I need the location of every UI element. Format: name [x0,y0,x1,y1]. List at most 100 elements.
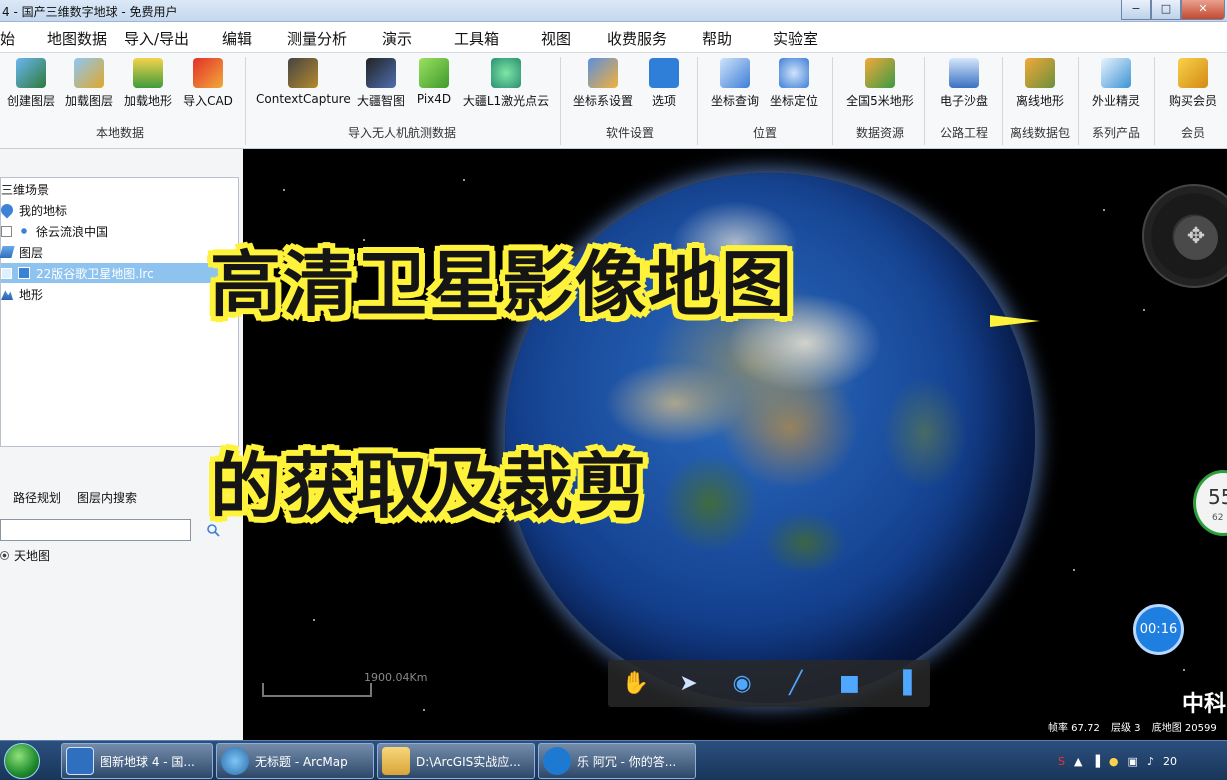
clock[interactable]: 20 [1163,755,1177,768]
pix4d-icon [419,58,449,88]
route-icon [18,225,30,237]
load-layer-icon [74,58,104,88]
title-bar: 4 - 国产三维数字地球 - 免费用户 − □ ✕ [0,0,1227,22]
options-button[interactable]: 选项 [648,56,680,112]
tab-layer-search[interactable]: 图层内搜索 [77,489,137,506]
maximize-button[interactable]: □ [1151,0,1181,20]
tree-item-xu-yun[interactable]: 徐云流浪中国 [1,221,108,241]
tab-view[interactable]: 视图 [541,28,571,49]
tree-item-root[interactable]: 三维场景 [1,179,49,199]
dji-terra-button[interactable]: 大疆智图 [355,56,407,112]
browser-icon [543,747,571,775]
minimize-button[interactable]: − [1121,0,1151,20]
group-separator [924,57,925,145]
tab-demo[interactable]: 演示 [382,28,412,49]
coord-locate-button[interactable]: 坐标定位 [767,56,821,112]
group-separator [1078,57,1079,145]
load-terrain-label: 加载地形 [123,94,172,108]
radio-button[interactable] [0,551,9,560]
point-cloud-icon [491,58,521,88]
task-label: 无标题 - ArcMap [255,754,348,769]
offline-terrain-button[interactable]: 离线地形 [1012,56,1068,112]
vip-icon [1178,58,1208,88]
chart-tool-icon[interactable]: ▐ [890,671,916,697]
group-label-drone-import: 导入无人机航测数据 [347,126,456,140]
tree-item-my-places[interactable]: 我的地标 [0,200,68,220]
create-layer-button[interactable]: 创建图层 [6,56,56,112]
hand-pan-icon[interactable]: ✋ [622,671,649,697]
context-capture-label: ContextCapture [256,92,351,106]
signal-icon[interactable]: ▐ [1091,755,1099,768]
placemark-icon[interactable]: ◉ [729,671,755,697]
tab-help[interactable]: 帮助 [702,28,732,49]
tree-item-layers[interactable]: 图层 [0,242,43,262]
task-browser[interactable]: 乐 阿冗 - 你的答... [538,743,696,779]
tab-map-data[interactable]: 地图数据 [47,28,107,49]
create-layer-label: 创建图层 [6,94,55,108]
tab-start[interactable]: 始 [0,28,15,49]
terrain-5m-label: 全国5米地形 [846,94,914,108]
tab-import-export[interactable]: 导入/导出 [124,28,189,49]
search-input[interactable] [0,519,191,541]
status-bar: 帧率 67.72 层级 3 底地图 20599 [1048,720,1227,740]
tab-toolbox[interactable]: 工具箱 [454,28,499,49]
layer-checkbox[interactable] [1,225,12,237]
pix4d-button[interactable]: Pix4D [414,56,454,112]
tree-terrain-label: 地形 [19,287,44,302]
map-toolstrip: ✋ ➤ ◉ ╱ ■ ▐ [608,660,930,707]
close-button[interactable]: ✕ [1181,0,1225,20]
scene-tree: 三维场景 我的地标 徐云流浪中国 图层 22版谷歌卫星地图.lrc 地形 [0,177,239,447]
scale-label: 1900.04Km [364,671,428,684]
radio-tianditu[interactable]: 天地图 [0,547,50,564]
coord-query-button[interactable]: 坐标查询 [708,56,762,112]
polygon-tool-icon[interactable]: ■ [836,671,862,697]
tree-item-terrain[interactable]: 地形 [1,284,43,304]
update-icon[interactable]: ● [1109,755,1119,768]
task-arcmap[interactable]: 无标题 - ArcMap [216,743,374,779]
caption-pointer [990,315,1040,327]
menu-bar: 始 地图数据 导入/导出 编辑 测量分析 演示 工具箱 视图 收费服务 帮助 实… [0,22,1227,53]
tree-my-places-label: 我的地标 [19,203,68,218]
folder-icon [382,747,410,775]
tab-route-planning[interactable]: 路径规划 [13,489,61,506]
ribbon: 创建图层 加载图层 加载地形 导入CAD 本地数据 ContextCapture… [0,53,1227,149]
tree-xu-yun-label: 徐云流浪中国 [36,224,109,239]
tree-item-layer-file[interactable]: 22版谷歌卫星地图.lrc [1,263,219,283]
watermark-text: 中科 [1182,692,1227,717]
dji-l1-button[interactable]: 大疆L1激光点云 [462,56,550,112]
terrain-5m-button[interactable]: 全国5米地形 [844,56,916,112]
pointer-icon[interactable]: ➤ [675,671,701,697]
tab-lab[interactable]: 实验室 [773,28,818,49]
tab-edit[interactable]: 编辑 [222,28,252,49]
tray-expand-icon[interactable]: ▲ [1074,755,1082,768]
tab-measure[interactable]: 测量分析 [287,28,347,49]
buy-member-label: 购买会员 [1168,94,1217,108]
group-separator [832,57,833,145]
task-tuxin-earth[interactable]: 图新地球 4 - 国... [61,743,213,779]
ime-icon[interactable]: S [1058,755,1065,768]
start-button[interactable] [4,743,40,779]
group-separator [560,57,561,145]
task-explorer[interactable]: D:\ArcGIS实战应... [377,743,535,779]
monitor-icon [18,267,30,279]
volume-icon[interactable]: ♪ [1147,755,1154,768]
terrain-icon [1,290,13,300]
context-capture-button[interactable]: ContextCapture [256,56,351,112]
line-tool-icon[interactable]: ╱ [783,671,809,697]
group-separator [1002,57,1003,145]
import-cad-button[interactable]: 导入CAD [182,56,234,112]
caption-line-1: 高清卫星影像地图 [210,243,795,326]
network-icon[interactable]: ▣ [1128,755,1138,768]
load-layer-button[interactable]: 加载图层 [64,56,114,112]
buy-member-button[interactable]: 购买会员 [1164,56,1222,112]
timer-badge[interactable]: 00:16 [1133,604,1184,655]
tab-paid-services[interactable]: 收费服务 [607,28,667,49]
field-expert-button[interactable]: 外业精灵 [1088,56,1144,112]
coord-settings-button[interactable]: 坐标系设置 [571,56,635,112]
move-arrows-icon[interactable]: ✥ [1174,216,1218,260]
offline-terrain-label: 离线地形 [1015,94,1064,108]
layer-file-checkbox[interactable] [1,267,12,279]
sandbox-button[interactable]: 电子沙盘 [936,56,992,112]
gauge-sub-value: 62 [1212,513,1224,523]
load-terrain-button[interactable]: 加载地形 [122,56,174,112]
